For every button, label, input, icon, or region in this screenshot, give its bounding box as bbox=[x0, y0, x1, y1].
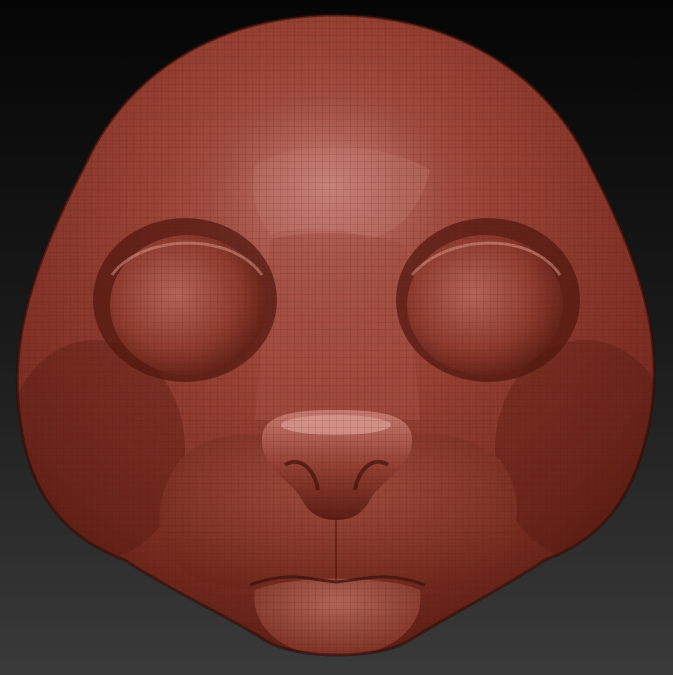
sculpt-viewport[interactable] bbox=[0, 0, 673, 675]
viewport-canvas[interactable] bbox=[0, 0, 673, 675]
